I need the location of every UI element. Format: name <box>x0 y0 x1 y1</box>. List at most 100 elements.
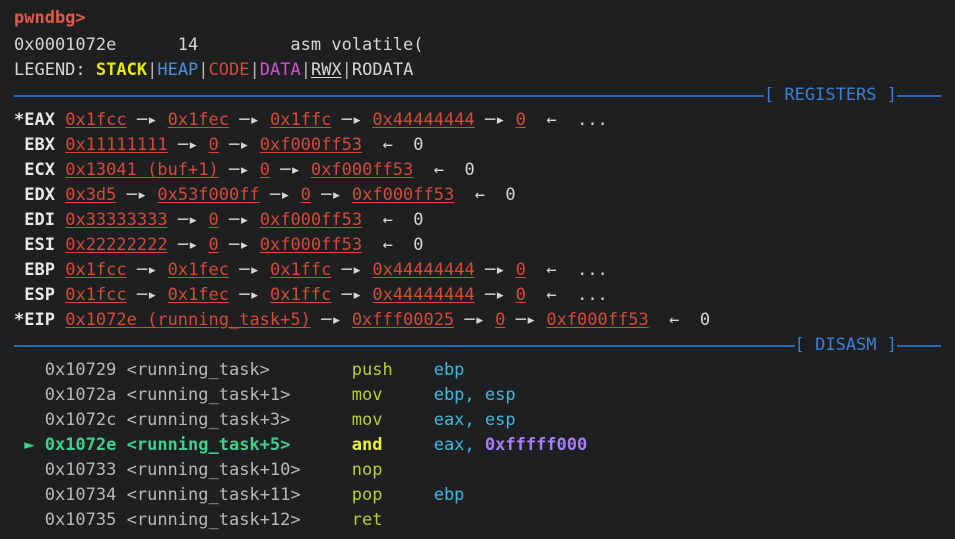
register-value: 0x1fec <box>167 285 230 305</box>
register-value: 0x1072e (running_task+5) <box>65 310 311 330</box>
deref-arrow: ─▸ <box>218 235 260 255</box>
disasm-symbol: <running_task+1> <box>116 385 291 405</box>
register-value: 0 <box>495 310 506 330</box>
disasm-row[interactable]: 0x10729 <running_task> push ebp <box>14 358 955 383</box>
disasm-row[interactable]: 0x10735 <running_task+12> ret <box>14 508 955 533</box>
disasm-address: 0x1072c <box>44 410 117 430</box>
register-value: 0x1fcc <box>65 285 127 305</box>
disasm-marker <box>14 460 45 480</box>
register-value: 0xf000ff53 <box>259 210 363 230</box>
legend-label: LEGEND: <box>14 60 86 80</box>
register-name-ebp: EBP <box>24 260 55 280</box>
register-value: 0 <box>515 110 526 130</box>
deref-arrow: ─▸ <box>229 260 270 280</box>
disasm-mnemonic: nop <box>351 460 383 480</box>
register-name-ebx: EBX <box>24 135 55 155</box>
register-marker <box>14 210 24 230</box>
register-tail: ← ... <box>525 260 608 280</box>
register-tail: ← 0 <box>362 235 424 255</box>
register-value: 0x44444444 <box>372 285 475 305</box>
register-value: 0 <box>208 235 219 255</box>
register-value: 0 <box>208 210 219 230</box>
register-marker: * <box>14 110 25 130</box>
source-line: 0x0001072e 14 asm volatile( <box>14 33 955 58</box>
registers-section-title: [ REGISTERS ] <box>763 85 897 105</box>
source-code-text: asm volatile( <box>290 35 424 55</box>
register-name-eax: EAX <box>24 110 55 130</box>
disasm-immediate: 0xfffff000 <box>484 435 588 455</box>
register-value: 0x3d5 <box>65 185 117 205</box>
disasm-symbol: <running_task+10> <box>116 460 301 480</box>
disasm-marker: ► <box>14 435 45 455</box>
deref-arrow: ─▸ <box>126 260 168 280</box>
register-marker <box>14 135 24 155</box>
register-value: 0xf000ff53 <box>259 235 363 255</box>
disasm-mnemonic: mov <box>351 385 383 405</box>
register-value: 0x22222222 <box>65 235 168 255</box>
disasm-row[interactable]: 0x1072c <running_task+3> mov eax, esp <box>14 408 955 433</box>
pwndbg-prompt[interactable]: pwndbg> <box>14 8 86 28</box>
register-value: 0x1fec <box>167 110 230 130</box>
legend-line: LEGEND: STACK|HEAP|CODE|DATA|RWX|RODATA <box>14 58 955 83</box>
disasm-row[interactable]: 0x1072a <running_task+1> mov ebp, esp <box>14 383 955 408</box>
legend-item-rwx: RWX <box>310 60 342 80</box>
disasm-marker <box>14 510 45 530</box>
legend-item-data: DATA <box>259 60 301 80</box>
deref-arrow: ─▸ <box>218 210 260 230</box>
deref-arrow: ─▸ <box>218 160 260 180</box>
deref-arrow: ─▸ <box>331 260 373 280</box>
register-value: 0xf000ff53 <box>546 310 649 330</box>
disasm-address: 0x1072e <box>44 435 117 455</box>
disasm-marker <box>14 410 45 430</box>
register-value: 0x44444444 <box>372 260 475 280</box>
disasm-section-banner: [ DISASM ] <box>0 333 941 358</box>
disasm-symbol: <running_task> <box>116 360 270 380</box>
register-marker <box>14 260 24 280</box>
legend-separator: | <box>249 60 260 80</box>
disasm-row[interactable]: 0x10734 <running_task+11> pop ebp <box>14 483 955 508</box>
register-row: *EIP 0x1072e (running_task+5) ─▸ 0xfff00… <box>14 308 955 333</box>
register-value: 0 <box>300 185 311 205</box>
disasm-row[interactable]: 0x10733 <running_task+10> nop <box>14 458 955 483</box>
legend-separator: | <box>300 60 311 80</box>
register-name-esi: ESI <box>24 235 55 255</box>
source-line-number: 14 <box>177 35 199 55</box>
disasm-row-current[interactable]: ► 0x1072e <running_task+5> and eax, 0xff… <box>14 433 955 458</box>
disasm-mnemonic: push <box>351 360 393 380</box>
disasm-panel: 0x10729 <running_task> push ebp 0x1072a … <box>14 358 955 533</box>
disasm-operand: ebp <box>433 485 465 505</box>
register-value: 0 <box>515 260 526 280</box>
register-row: *EAX 0x1fcc ─▸ 0x1fec ─▸ 0x1ffc ─▸ 0x444… <box>14 108 955 133</box>
register-tail: ← 0 <box>362 210 424 230</box>
legend-item-heap: HEAP <box>157 60 199 80</box>
register-value: 0 <box>259 160 270 180</box>
deref-arrow: ─▸ <box>126 110 168 130</box>
register-row: ESP 0x1fcc ─▸ 0x1fec ─▸ 0x1ffc ─▸ 0x4444… <box>14 283 955 308</box>
deref-arrow: ─▸ <box>167 235 209 255</box>
banner-rule-right <box>897 94 941 97</box>
register-tail: ← 0 <box>413 160 475 180</box>
register-value: 0xf000ff53 <box>351 185 455 205</box>
disasm-address: 0x10735 <box>44 510 117 530</box>
disasm-section-title: [ DISASM ] <box>794 335 897 355</box>
register-value: 0xfff00025 <box>351 310 455 330</box>
deref-arrow: ─▸ <box>167 210 209 230</box>
registers-section-banner: [ REGISTERS ] <box>0 83 941 108</box>
deref-arrow: ─▸ <box>116 185 158 205</box>
banner-rule-right <box>897 344 941 347</box>
deref-arrow: ─▸ <box>229 110 270 130</box>
source-address: 0x0001072e <box>14 35 117 55</box>
register-name-edi: EDI <box>24 210 55 230</box>
register-row: EBX 0x11111111 ─▸ 0 ─▸ 0xf000ff53 ← 0 <box>14 133 955 158</box>
legend-item-rodata: RODATA <box>351 60 414 80</box>
disasm-marker <box>14 485 45 505</box>
register-tail: ← 0 <box>454 185 516 205</box>
register-row: EDI 0x33333333 ─▸ 0 ─▸ 0xf000ff53 ← 0 <box>14 208 955 233</box>
disasm-symbol: <running_task+11> <box>116 485 301 505</box>
register-tail: ← ... <box>525 110 608 130</box>
disasm-mnemonic: mov <box>351 410 383 430</box>
disasm-marker <box>14 385 45 405</box>
deref-arrow: ─▸ <box>126 285 168 305</box>
register-value: 0x1fcc <box>65 260 127 280</box>
disasm-address: 0x1072a <box>44 385 117 405</box>
